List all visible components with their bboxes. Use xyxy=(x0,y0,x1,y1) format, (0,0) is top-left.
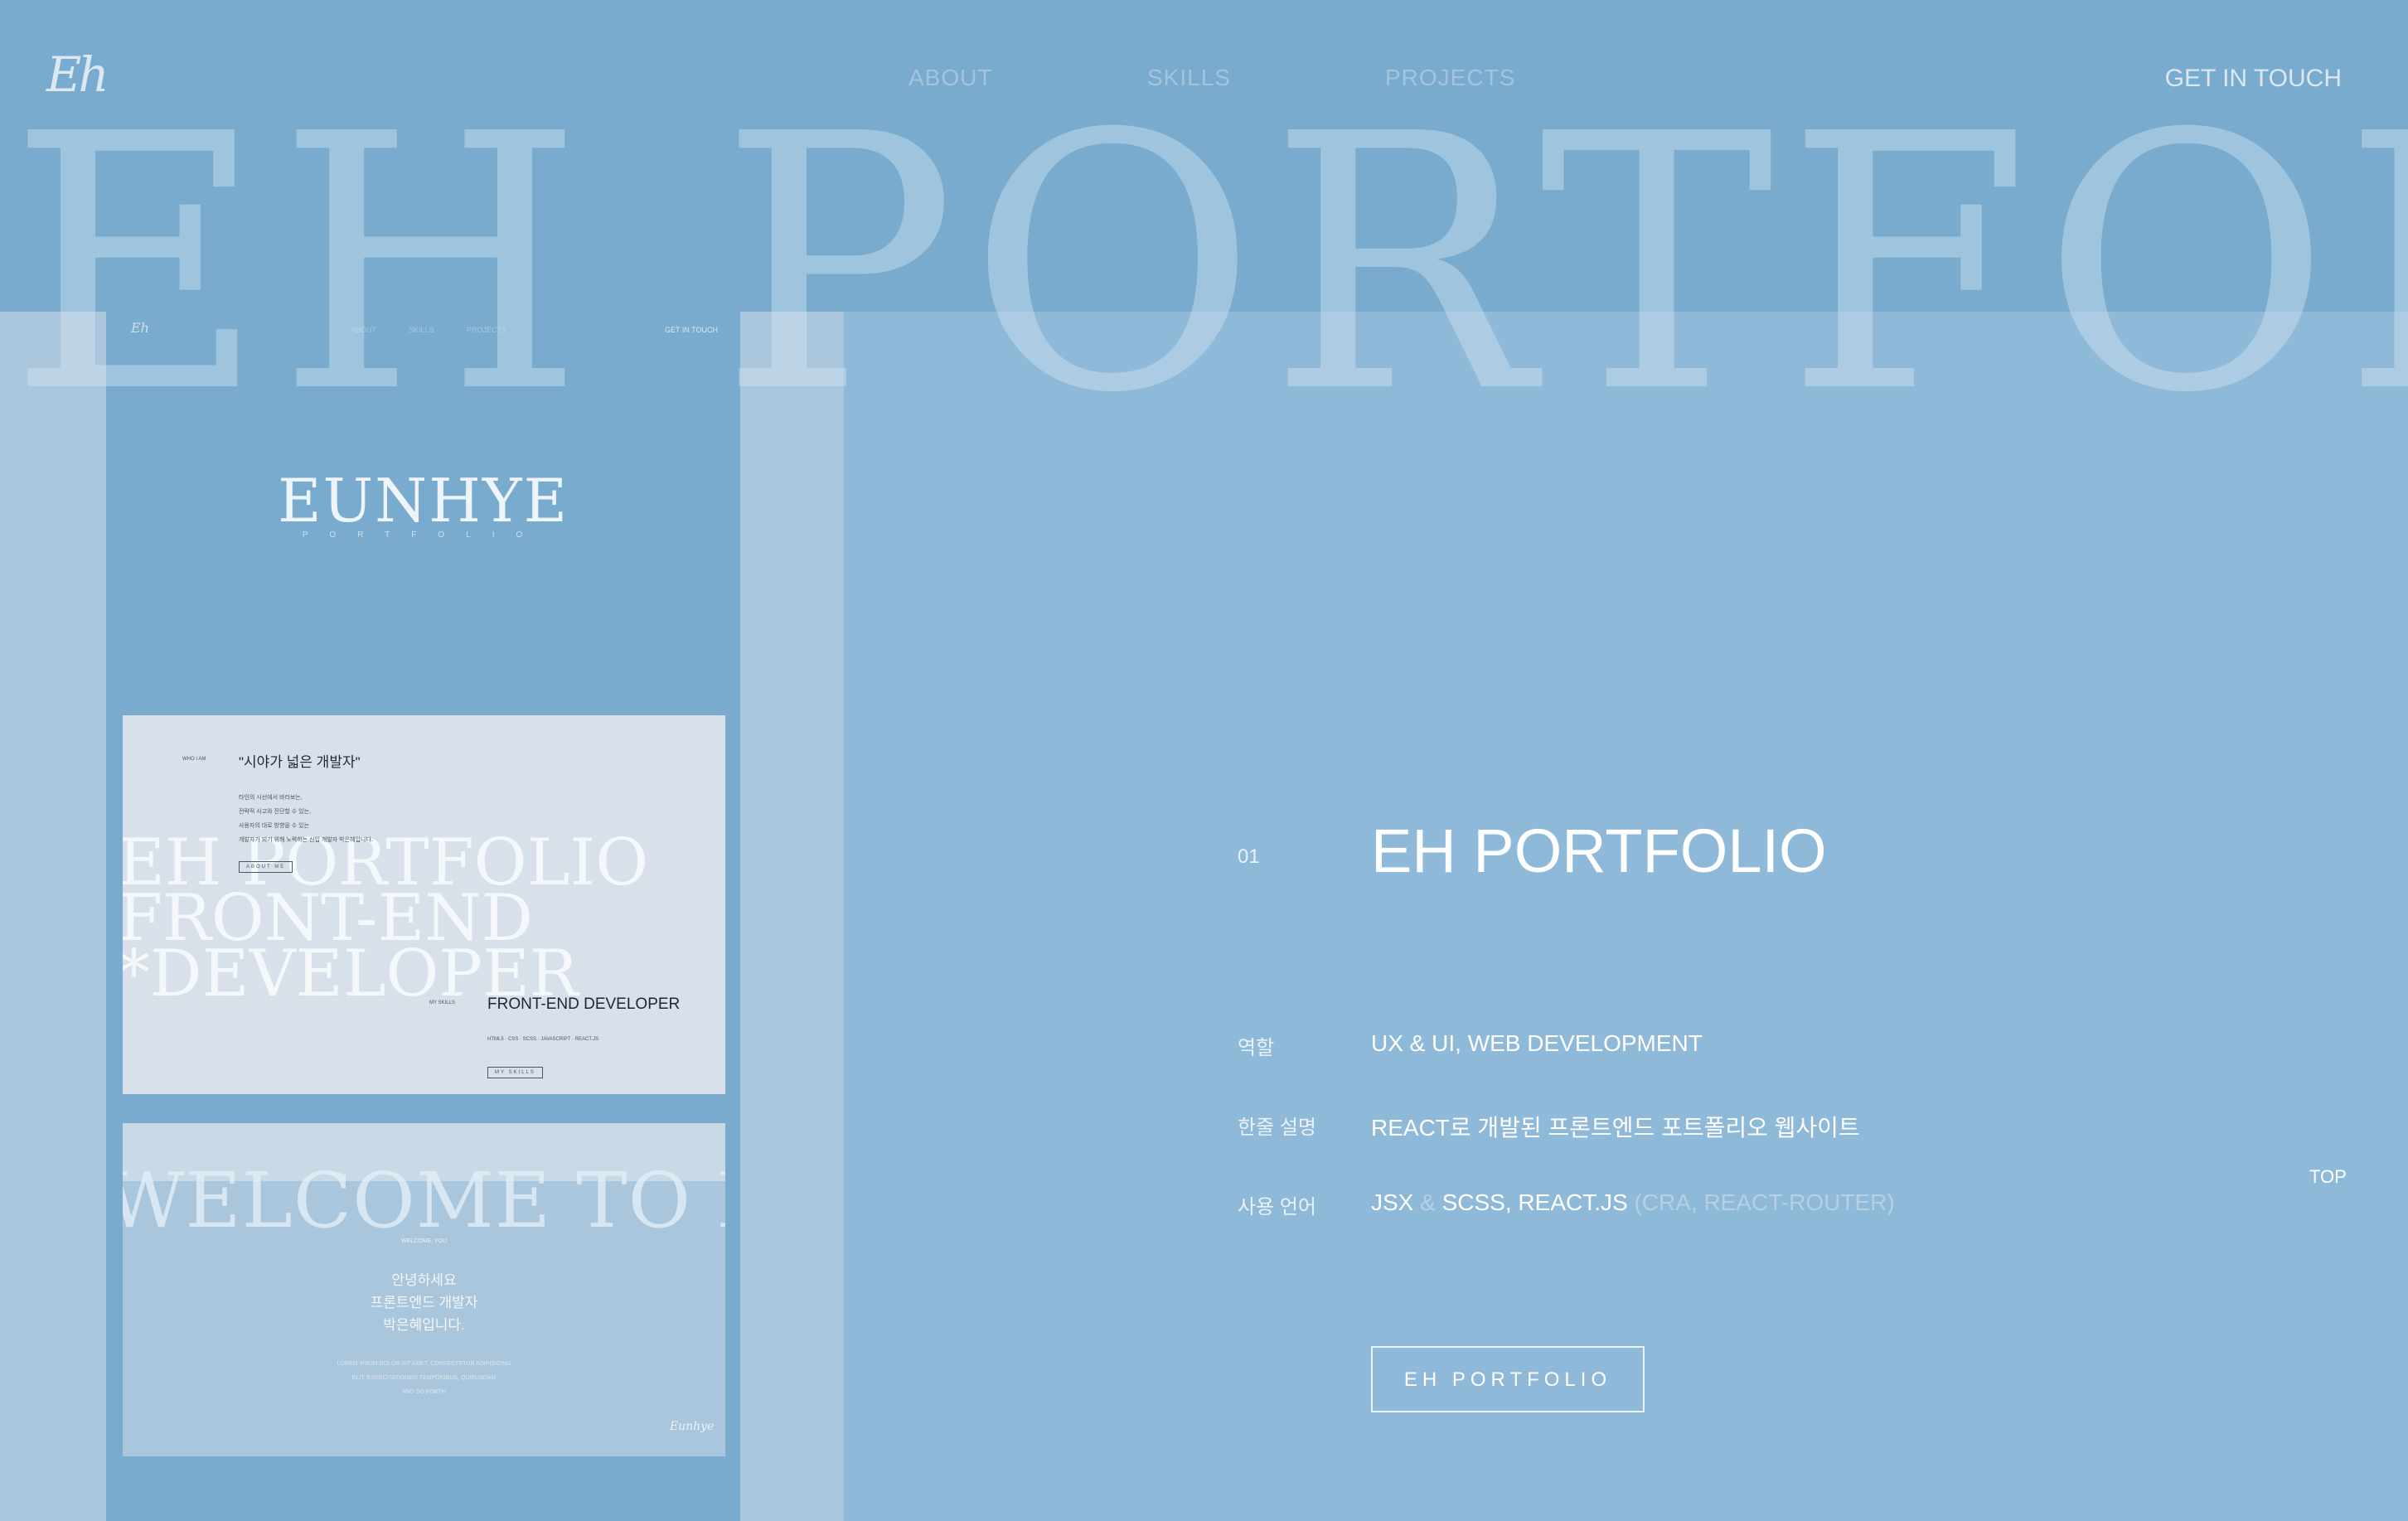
card-section-label: WELCOME, YOU xyxy=(400,1238,448,1244)
card-small-line: LOREM IPSUM DOLOR SIT AMET, CONSECTETUR … xyxy=(337,1361,511,1367)
project-title: EH PORTFOLIO xyxy=(1371,816,1827,885)
project-number: 01 xyxy=(1238,845,1260,868)
preview-card-welcome: WELCOME TO EH WELCOME, YOU 안녕하세요 프론트엔드 개… xyxy=(123,1123,725,1456)
nav-about[interactable]: ABOUT xyxy=(908,65,992,91)
preview-brand-sub: PORTFOLIO xyxy=(302,530,545,540)
preview-nav-projects: PROJECTS xyxy=(467,326,507,334)
middle-accent-strip xyxy=(740,312,844,1521)
preview-nav-about: ABOUT xyxy=(351,326,377,334)
card-bg-text: EH PORTFOLIO FRONT-END *DEVELOPER xyxy=(123,831,648,1011)
role-value: UX & UI, WEB DEVELOPMENT xyxy=(1371,1030,1703,1056)
preview-logo: Eh xyxy=(131,320,149,336)
card-line: 타인의 시선에서 바라보는, xyxy=(239,795,303,801)
greeting-line: 프론트엔드 개발자 xyxy=(370,1295,478,1310)
preview-card-about: EH PORTFOLIO FRONT-END *DEVELOPER WHO I … xyxy=(123,715,725,1094)
nav-projects[interactable]: PROJECTS xyxy=(1385,65,1515,91)
card-small-line: AND SO FORTH xyxy=(402,1389,446,1395)
greeting-line: 안녕하세요 xyxy=(391,1272,457,1288)
my-skills-button: MY SKILLS xyxy=(487,1067,543,1078)
card-stack: HTML5 · CSS · SCSS · JAVASCRIPT · REACT.… xyxy=(487,1037,599,1042)
summary-label: 한줄 설명 xyxy=(1238,1117,1316,1139)
project-info-panel xyxy=(844,312,2408,1521)
card-skills-label: MY SKILLS xyxy=(429,1000,455,1005)
stack-value-main: SCSS, REACT.JS xyxy=(1441,1189,1628,1215)
view-project-button[interactable]: EH PORTFOLIO xyxy=(1371,1346,1645,1412)
preview-brand: EUNHYE xyxy=(277,466,569,535)
role-label: 역할 xyxy=(1238,1037,1275,1059)
stack-label: 사용 언어 xyxy=(1238,1196,1316,1218)
card-section-label: WHO I AM xyxy=(182,757,206,762)
card-quote: "시야가 넓은 개발자" xyxy=(239,754,361,770)
card-line: 개발자가 되기 위해 노력하는 신입 개발자 박은혜입니다. xyxy=(239,837,373,843)
summary-value: REACT로 개발된 프론트엔드 포트폴리오 웹사이트 xyxy=(1371,1115,1860,1141)
stack-value-extra: (CRA, REACT-ROUTER) xyxy=(1634,1189,1895,1215)
card-small-line: ELIT. EXERCITATIONEM TEMPORIBUS, QUIBUSD… xyxy=(351,1375,497,1381)
stack-value-jsx: JSX xyxy=(1371,1189,1414,1215)
card-dev-title: FRONT-END DEVELOPER xyxy=(487,995,681,1013)
scroll-top-button[interactable]: TOP xyxy=(2309,1166,2347,1188)
stack-value: JSX & SCSS, REACT.JS (CRA, REACT-ROUTER) xyxy=(1371,1189,1895,1216)
stack-separator: & xyxy=(1420,1189,1436,1215)
card-line: 사용자의 대로 방향을 수 있는 xyxy=(239,823,310,829)
site-logo[interactable]: Eh xyxy=(46,46,109,103)
signature: Eunhye xyxy=(670,1420,715,1433)
preview-contact: GET IN TOUCH xyxy=(665,326,719,334)
about-me-button: ABOUT ME xyxy=(239,861,293,873)
preview-nav-skills: SKILLS xyxy=(409,326,434,334)
card-line: 전략적 사고와 진단할 수 있는, xyxy=(239,809,312,815)
nav-skills[interactable]: SKILLS xyxy=(1147,65,1231,91)
left-accent-strip xyxy=(0,312,106,1521)
project-preview: Eh ABOUT SKILLS PROJECTS GET IN TOUCH EU… xyxy=(106,312,740,1521)
greeting-line: 박은혜입니다. xyxy=(383,1317,465,1333)
card-bg-line: *DEVELOPER xyxy=(123,937,579,1011)
get-in-touch-link[interactable]: GET IN TOUCH xyxy=(2165,65,2342,93)
card-bg-text: WELCOME TO EH xyxy=(123,1156,725,1245)
